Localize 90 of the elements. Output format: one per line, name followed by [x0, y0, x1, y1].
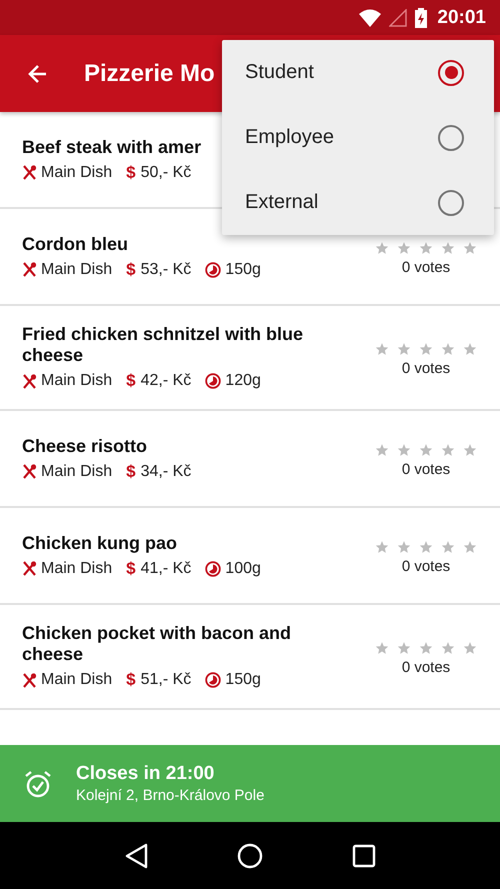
vote-count: 0 votes [402, 259, 450, 276]
dish-row[interactable]: Chicken pocket with bacon and cheese Main Dish $ 51,- Kč 150g 0 votes [0, 605, 500, 710]
dish-category: Main Dish [41, 164, 112, 182]
dish-name: Chicken kung pao [22, 532, 178, 554]
dish-row[interactable]: Cheese risotto Main Dish $ 34,- Kč 0 votes [0, 411, 500, 508]
star-icon [397, 540, 411, 554]
battery-icon [415, 8, 428, 28]
pie-chart-icon [205, 672, 222, 688]
dollar-icon: $ [126, 371, 136, 391]
fork-spoon-icon [22, 672, 37, 688]
dish-price: 53,- Kč [140, 260, 192, 278]
star-icon [419, 241, 433, 255]
dish-category: Main Dish [41, 260, 112, 278]
dish-weight: 100g [225, 560, 261, 578]
dish-row[interactable]: Fried chicken schnitzel with blue cheese Main Dish $ 42,- Kč 120g 0 votes [0, 306, 500, 411]
star-icon [397, 443, 411, 457]
radio-button[interactable] [438, 190, 464, 216]
star-icon [463, 241, 477, 255]
dish-weight: 150g [225, 260, 261, 278]
star-icon [419, 540, 433, 554]
star-icon [441, 540, 455, 554]
vote-count: 0 votes [402, 461, 450, 478]
dish-weight: 150g [225, 671, 261, 689]
status-time: 20:01 [437, 6, 486, 28]
signal-icon [389, 8, 408, 26]
dollar-icon: $ [126, 558, 136, 578]
dish-name: Chicken pocket with bacon and cheese [22, 623, 292, 665]
star-icon [419, 443, 433, 457]
dollar-icon: $ [126, 670, 136, 690]
dish-weight: 120g [225, 372, 261, 390]
pie-chart-icon [205, 262, 222, 278]
menu-item-label: Employee [245, 126, 334, 149]
menu-item[interactable]: Student [222, 40, 494, 105]
back-nav-icon[interactable] [124, 842, 148, 868]
dollar-icon: $ [126, 462, 136, 482]
recents-nav-icon[interactable] [352, 844, 376, 868]
star-icon [375, 540, 389, 554]
menu-item-label: Student [245, 61, 314, 84]
home-nav-icon[interactable] [236, 842, 263, 868]
fork-spoon-icon [22, 262, 37, 277]
vote-count: 0 votes [402, 360, 450, 377]
star-icon [419, 342, 433, 356]
star-icon [463, 540, 477, 554]
star-icon [441, 641, 455, 655]
star-icon [375, 443, 389, 457]
dish-category: Main Dish [41, 462, 112, 480]
pie-chart-icon [205, 560, 222, 576]
dish-price: 42,- Kč [140, 372, 192, 390]
dish-category: Main Dish [41, 671, 112, 689]
star-icon [441, 241, 455, 255]
star-icon [463, 641, 477, 655]
dish-price: 51,- Kč [140, 671, 192, 689]
dollar-icon: $ [126, 260, 136, 280]
fork-spoon-icon [22, 561, 37, 576]
radio-button[interactable] [438, 60, 464, 86]
dish-name: Cordon bleu [22, 234, 128, 254]
dish-category: Main Dish [41, 560, 112, 578]
dish-name: Cheese risotto [22, 436, 148, 456]
star-icon [419, 641, 433, 655]
alarm-clock-icon [24, 770, 52, 798]
dish-price: 50,- Kč [140, 164, 192, 182]
pie-chart-icon [205, 373, 222, 389]
star-icon [463, 342, 477, 356]
address: Kolejní 2, Brno-Královo Pole [76, 787, 264, 804]
dollar-icon: $ [126, 162, 136, 182]
dish-name: Fried chicken schnitzel with blue cheese [22, 324, 304, 366]
vote-count: 0 votes [402, 558, 450, 575]
menu-item[interactable]: Employee [222, 105, 494, 170]
fork-spoon-icon [22, 464, 37, 479]
app-title: Pizzerie Mo [84, 60, 215, 88]
star-icon [441, 443, 455, 457]
star-icon [375, 241, 389, 255]
dish-price: 34,- Kč [140, 462, 192, 480]
dish-category: Main Dish [41, 372, 112, 390]
vote-count: 0 votes [402, 659, 450, 676]
star-icon [397, 342, 411, 356]
wifi-icon [359, 8, 382, 26]
fork-spoon-icon [22, 374, 37, 388]
dish-row[interactable]: Chicken kung pao Main Dish $ 41,- Kč 100g 0 votes [0, 508, 500, 605]
closing-time: Closes in 21:00 [76, 763, 216, 785]
star-icon [375, 342, 389, 356]
radio-button[interactable] [438, 124, 464, 150]
star-icon [375, 641, 389, 655]
star-icon [397, 241, 411, 255]
dish-name: Beef steak with amer [22, 136, 202, 158]
star-icon [441, 342, 455, 356]
star-icon [397, 641, 411, 655]
star-icon [463, 443, 477, 457]
fork-spoon-icon [22, 165, 37, 180]
dish-price: 41,- Kč [140, 560, 192, 578]
